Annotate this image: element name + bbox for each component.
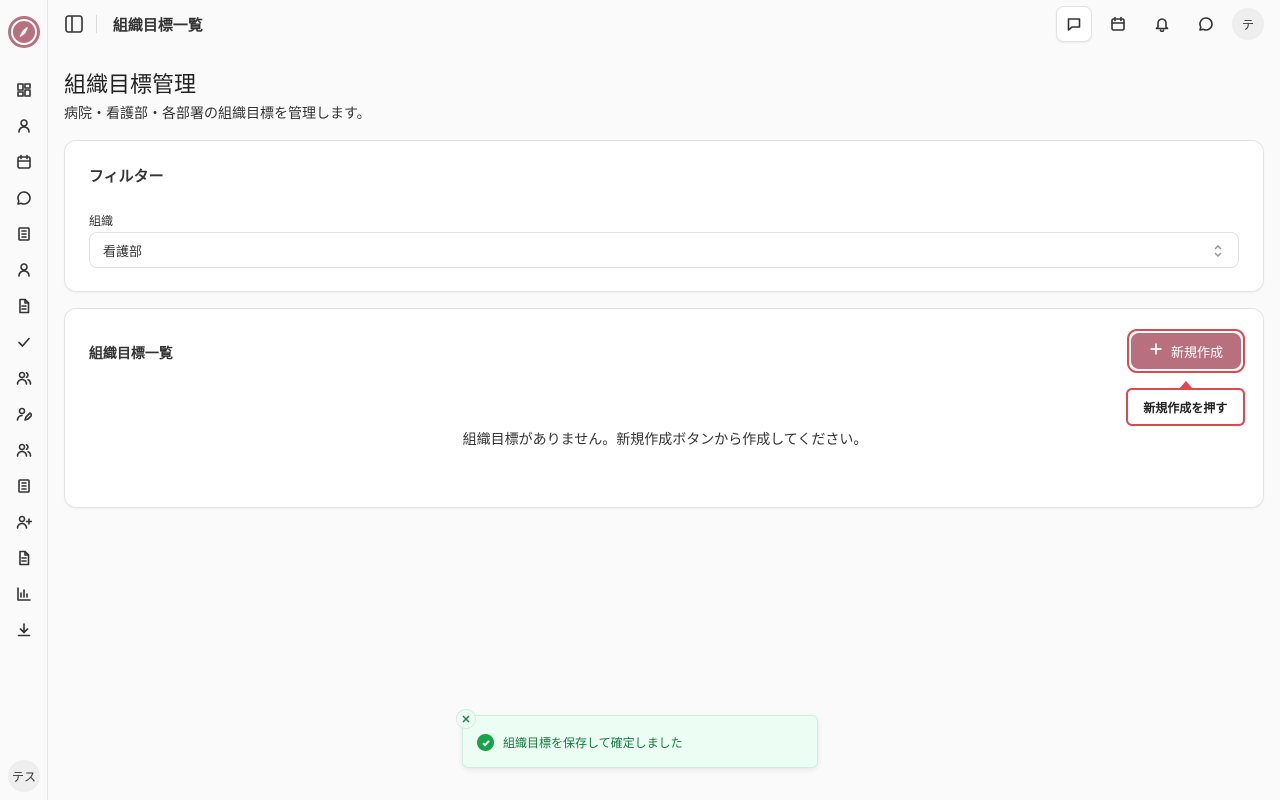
chat-button[interactable]	[1190, 8, 1222, 40]
sidebar-toggle-icon[interactable]	[64, 14, 84, 34]
top-header: 組織目標一覧 テ	[48, 0, 1280, 48]
app-logo[interactable]	[8, 16, 40, 48]
success-toast: 組織目標を保存して確定しました	[456, 709, 818, 768]
page-title: 組織目標管理	[64, 73, 197, 98]
header-divider	[96, 15, 97, 33]
file-icon[interactable]	[14, 296, 34, 316]
create-new-button[interactable]: 新規作成	[1131, 333, 1241, 369]
filter-title: フィルター	[89, 167, 164, 185]
message-square-icon	[1067, 18, 1081, 31]
message-button[interactable]	[1056, 6, 1092, 42]
user-edit-icon[interactable]	[14, 404, 34, 424]
users-icon[interactable]	[14, 368, 34, 388]
bell-icon	[1155, 18, 1169, 32]
filter-card: フィルター 組織 看護部	[64, 140, 1264, 292]
chat-bubble-icon	[1199, 17, 1213, 31]
create-new-label: 新規作成	[1170, 345, 1223, 361]
book-icon[interactable]	[14, 224, 34, 244]
notification-button[interactable]	[1146, 8, 1178, 40]
toast-close-button[interactable]	[456, 709, 476, 729]
page-subtitle: 病院・看護部・各部署の組織目標を管理します。	[64, 106, 371, 122]
plus-icon	[1149, 342, 1163, 360]
goals-list-title: 組織目標一覧	[89, 346, 173, 362]
sidebar: テス	[0, 0, 48, 800]
guide-tooltip: 新規作成を押す	[1126, 388, 1245, 426]
sidebar-user-avatar[interactable]: テス	[8, 760, 40, 792]
organization-label: 組織	[89, 214, 114, 228]
chart-icon[interactable]	[14, 584, 34, 604]
close-icon	[462, 715, 470, 723]
new-button-highlight: 新規作成	[1127, 329, 1245, 373]
chevron-up-down-icon	[1212, 243, 1224, 259]
report-icon[interactable]	[14, 548, 34, 568]
document-icon[interactable]	[14, 476, 34, 496]
team-icon[interactable]	[14, 440, 34, 460]
organization-select[interactable]: 看護部	[89, 232, 1239, 268]
dashboard-icon[interactable]	[14, 80, 34, 100]
check-icon[interactable]	[14, 332, 34, 352]
calendar-button[interactable]	[1102, 8, 1134, 40]
check-circle-icon	[477, 734, 494, 751]
download-icon[interactable]	[14, 620, 34, 640]
organization-select-value: 看護部	[103, 244, 143, 260]
header-user-avatar[interactable]: テ	[1232, 8, 1264, 40]
breadcrumb-title: 組織目標一覧	[113, 16, 204, 34]
user-plus-icon[interactable]	[14, 512, 34, 532]
empty-state-message: 組織目標がありません。新規作成ボタンから作成してください。	[462, 432, 868, 448]
calendar-icon[interactable]	[14, 152, 34, 172]
calendar-icon	[1111, 16, 1125, 31]
user-icon[interactable]	[14, 116, 34, 136]
profile-icon[interactable]	[14, 260, 34, 280]
toast-message: 組織目標を保存して確定しました	[503, 736, 683, 750]
chat-icon[interactable]	[14, 188, 34, 208]
goals-list-card: 組織目標一覧 新規作成 新規作成を押す 組織目標がありません。新規作成ボタンから…	[64, 308, 1264, 508]
